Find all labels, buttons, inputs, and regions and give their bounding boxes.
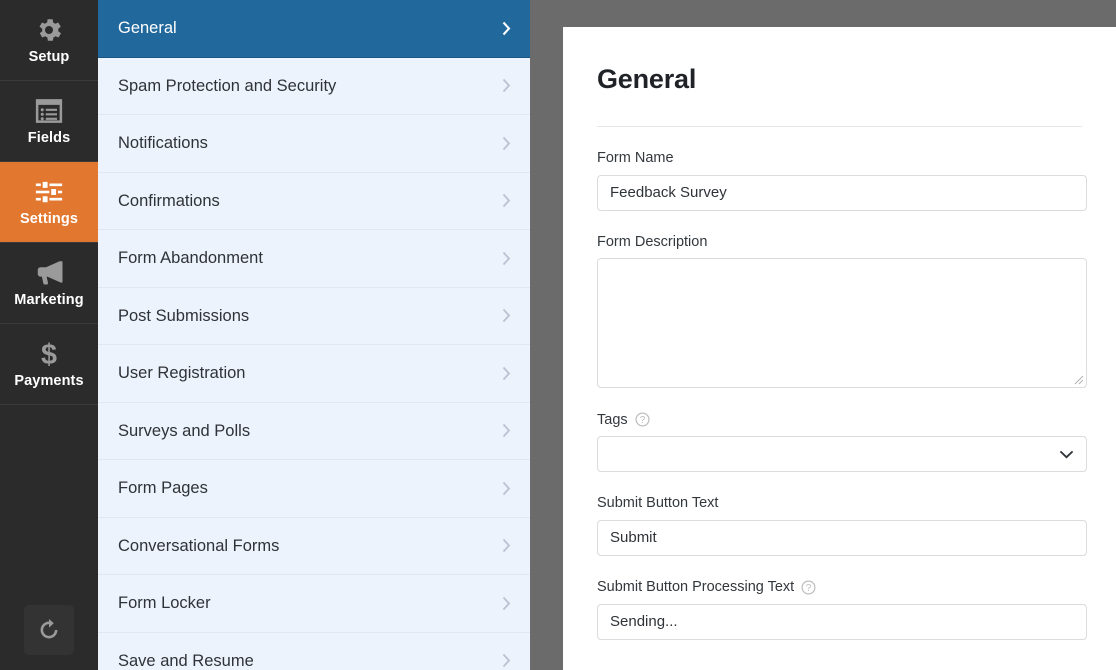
- chevron-right-icon: [502, 309, 511, 323]
- chevron-right-icon: [502, 366, 511, 380]
- chevron-right-icon: [502, 136, 511, 150]
- svg-text:$: $: [41, 339, 57, 369]
- menu-item-label: Spam Protection and Security: [118, 76, 337, 95]
- submit-button-text-field-group: Submit Button Text Submit: [597, 496, 1087, 556]
- chevron-right-icon: [502, 596, 511, 610]
- svg-text:?: ?: [806, 583, 812, 594]
- form-description-label: Form Description: [597, 235, 1082, 250]
- menu-item-label: Form Locker: [118, 594, 211, 612]
- submit-button-processing-text-label: Submit Button Processing Text ?: [597, 580, 1082, 595]
- menu-item-label: Form Abandonment: [118, 249, 263, 267]
- settings-menu-item-confirmations[interactable]: Confirmations: [98, 173, 530, 230]
- chevron-right-icon: [502, 21, 511, 35]
- menu-item-label: Save and Resume: [118, 651, 254, 670]
- settings-menu-item-form-locker[interactable]: Form Locker: [98, 575, 530, 633]
- settings-menu-item-post-submissions[interactable]: Post Submissions: [98, 288, 530, 345]
- menu-item-label: User Registration: [118, 364, 246, 382]
- submit-button-processing-text-field-group: Submit Button Processing Text ? Sending.…: [597, 580, 1087, 640]
- menu-item-label: General: [118, 19, 177, 37]
- chevron-right-icon: [502, 251, 511, 265]
- rail-item-label: Settings: [20, 211, 78, 228]
- modal-backdrop: General Form Name Feedback Survey Form D…: [530, 0, 1116, 670]
- megaphone-icon: [37, 261, 63, 285]
- gear-icon: [39, 19, 61, 41]
- general-settings-panel: General Form Name Feedback Survey Form D…: [563, 27, 1116, 670]
- rail-item-payments[interactable]: $ Payments: [0, 324, 98, 405]
- rail-item-label: Fields: [27, 130, 71, 147]
- chevron-down-icon: [1059, 450, 1074, 459]
- title-divider: [597, 126, 1082, 128]
- settings-menu-list: General Spam Protection and Security Not…: [98, 0, 530, 670]
- chevron-right-icon: [502, 194, 511, 208]
- revision-history-button[interactable]: [24, 605, 74, 655]
- form-description-field-group: Form Description: [597, 235, 1087, 389]
- chevron-right-icon: [502, 481, 511, 495]
- chevron-right-icon: [502, 654, 511, 668]
- chevron-right-icon: [502, 79, 511, 93]
- label-text: Submit Button Text: [597, 495, 719, 512]
- label-text: Form Name: [597, 150, 674, 167]
- form-name-label: Form Name: [597, 151, 1082, 166]
- tags-field-group: Tags ?: [597, 412, 1087, 473]
- rail-item-setup[interactable]: Setup: [0, 0, 98, 81]
- settings-menu-item-conversational-forms[interactable]: Conversational Forms: [98, 518, 530, 575]
- tags-select[interactable]: [597, 436, 1087, 473]
- form-builder-screen: Setup Fields Settings Marketing $ Paymen…: [0, 0, 1116, 670]
- menu-item-label: Notifications: [118, 134, 208, 152]
- label-text: Tags: [597, 411, 628, 428]
- settings-menu-item-surveys-and-polls[interactable]: Surveys and Polls: [98, 403, 530, 460]
- input-value: Sending...: [610, 613, 678, 631]
- settings-menu-item-general[interactable]: General: [98, 0, 530, 58]
- tags-label: Tags ?: [597, 412, 1082, 427]
- form-name-input[interactable]: Feedback Survey: [597, 174, 1087, 211]
- page-title: General: [597, 64, 697, 94]
- input-value: Feedback Survey: [610, 184, 727, 202]
- sliders-icon: [35, 180, 63, 205]
- chevron-right-icon: [502, 539, 511, 553]
- menu-item-label: Post Submissions: [118, 306, 250, 325]
- label-text: Submit Button Processing Text: [597, 579, 795, 596]
- form-description-textarea[interactable]: [597, 258, 1087, 389]
- settings-menu-item-user-registration[interactable]: User Registration: [98, 345, 530, 403]
- settings-menu-item-form-abandonment[interactable]: Form Abandonment: [98, 230, 530, 288]
- form-name-field-group: Form Name Feedback Survey: [597, 151, 1087, 211]
- settings-menu-item-spam-protection-and-security[interactable]: Spam Protection and Security: [98, 58, 530, 115]
- rail-item-settings[interactable]: Settings: [0, 162, 98, 243]
- submit-button-processing-text-input[interactable]: Sending...: [597, 603, 1087, 640]
- settings-menu-item-save-and-resume[interactable]: Save and Resume: [98, 633, 530, 670]
- dollar-icon: $: [41, 339, 57, 369]
- revision-history-icon: [40, 618, 58, 639]
- input-value: Submit: [610, 529, 657, 547]
- menu-item-label: Conversational Forms: [118, 536, 280, 555]
- help-icon[interactable]: ?: [635, 412, 650, 427]
- menu-item-label: Form Pages: [118, 479, 208, 497]
- rail-item-label: Setup: [28, 49, 70, 66]
- help-icon[interactable]: ?: [801, 580, 816, 595]
- rail-item-label: Payments: [14, 373, 84, 390]
- rail-item-fields[interactable]: Fields: [0, 81, 98, 162]
- rail-item-label: Marketing: [14, 292, 84, 309]
- resize-grip-icon[interactable]: [1074, 375, 1084, 385]
- menu-item-label: Confirmations: [118, 191, 220, 210]
- builder-nav-rail: Setup Fields Settings Marketing $ Paymen…: [0, 0, 98, 670]
- settings-menu-item-notifications[interactable]: Notifications: [98, 115, 530, 173]
- settings-menu-item-form-pages[interactable]: Form Pages: [98, 460, 530, 518]
- submit-button-text-input[interactable]: Submit: [597, 519, 1087, 556]
- submit-button-text-label: Submit Button Text: [597, 496, 1082, 511]
- fields-icon: [35, 99, 63, 124]
- svg-text:?: ?: [639, 415, 645, 426]
- label-text: Form Description: [597, 233, 708, 250]
- menu-item-label: Surveys and Polls: [118, 421, 251, 440]
- rail-item-marketing[interactable]: Marketing: [0, 243, 98, 324]
- chevron-right-icon: [502, 424, 511, 438]
